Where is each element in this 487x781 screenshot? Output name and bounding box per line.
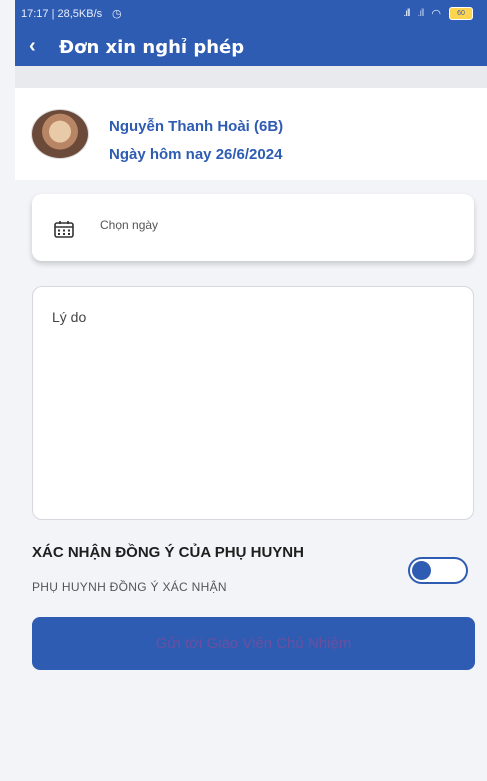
status-right: .ıll .ıll ◠ 60 xyxy=(403,7,473,20)
today-date: Ngày hôm nay 26/6/2024 xyxy=(109,146,283,163)
avatar xyxy=(31,109,89,159)
date-picker-field[interactable]: Chọn ngày xyxy=(32,194,474,261)
alarm-clock-icon: ◷ xyxy=(112,8,122,20)
profile-card: Nguyễn Thanh Hoài (6B) Ngày hôm nay 26/6… xyxy=(15,88,487,180)
parent-confirmation-subtitle: PHỤ HUYNH ĐỒNG Ý XÁC NHẬN xyxy=(32,580,227,594)
reason-placeholder: Lý do xyxy=(52,309,87,325)
parent-confirmation-title: XÁC NHẬN ĐỒNG Ý CỦA PHỤ HUYNH xyxy=(32,544,304,561)
wifi-icon: ◠ xyxy=(431,8,441,20)
signal-2-icon: .ıll xyxy=(417,8,424,19)
parent-consent-toggle[interactable] xyxy=(408,557,468,584)
app-bar: 17:17 | 28,5KB/s ◷ .ıll .ıll ◠ 60 ‹ Đơn … xyxy=(15,0,487,66)
calendar-icon xyxy=(54,221,74,238)
reason-textarea[interactable]: Lý do xyxy=(32,286,474,520)
battery-icon: 60 xyxy=(449,7,473,20)
toggle-knob xyxy=(412,561,431,580)
header-divider-strip xyxy=(15,66,487,88)
chevron-left-icon[interactable]: ‹ xyxy=(29,36,47,58)
status-time: 17:17 | 28,5KB/s xyxy=(21,8,103,20)
page-title: Đơn xin nghỉ phép xyxy=(59,37,245,58)
submit-to-homeroom-teacher-button[interactable]: Gửi tới Giáo Viên Chủ Nhiệm xyxy=(32,617,475,670)
status-bar: 17:17 | 28,5KB/s ◷ .ıll .ıll ◠ 60 xyxy=(15,0,487,30)
date-placeholder: Chọn ngày xyxy=(100,218,159,232)
student-name: Nguyễn Thanh Hoài (6B) xyxy=(109,118,284,135)
signal-icon: .ıll xyxy=(403,8,410,19)
